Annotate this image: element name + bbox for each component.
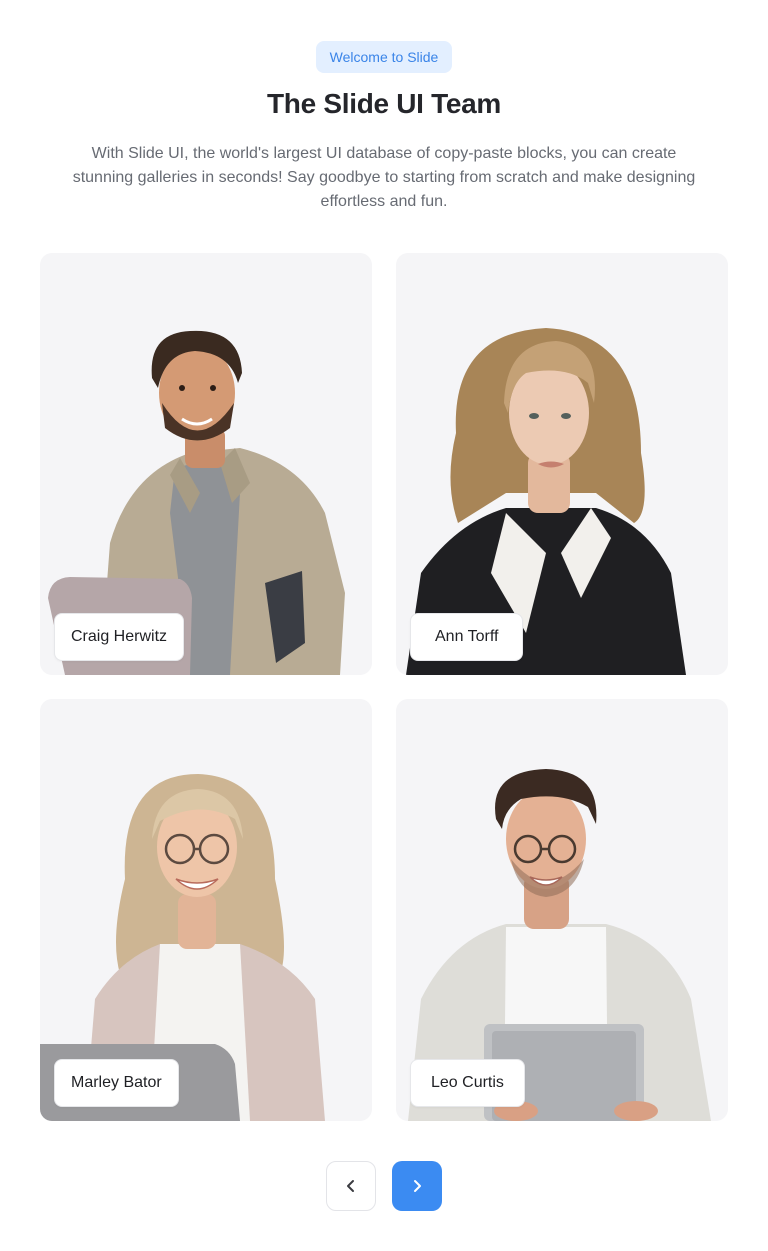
page-subtitle: With Slide UI, the world's largest UI da…: [72, 145, 696, 210]
chevron-right-icon: [414, 1180, 421, 1192]
page-title: The Slide UI Team: [267, 88, 501, 119]
team-card-craig[interactable]: Craig Herwitz: [40, 253, 372, 675]
team-member-name: Marley Bator: [54, 1059, 179, 1107]
team-member-name: Craig Herwitz: [54, 613, 185, 661]
team-member-photo: [48, 330, 345, 675]
team-member-name: Ann Torff: [410, 613, 524, 661]
team-card-marley[interactable]: Marley Bator: [40, 699, 372, 1121]
welcome-badge: Welcome to Slide: [316, 41, 452, 73]
team-member-photo: [408, 769, 711, 1121]
team-member-name: Leo Curtis: [410, 1059, 525, 1107]
team-card-ann[interactable]: Ann Torff: [396, 253, 728, 675]
team-member-photo: [406, 328, 686, 675]
team-card-leo[interactable]: Leo Curtis: [396, 699, 728, 1121]
next-button[interactable]: [392, 1161, 442, 1211]
chevron-left-icon: [347, 1180, 354, 1192]
team-member-photo: [40, 774, 325, 1121]
previous-button[interactable]: [326, 1161, 376, 1211]
